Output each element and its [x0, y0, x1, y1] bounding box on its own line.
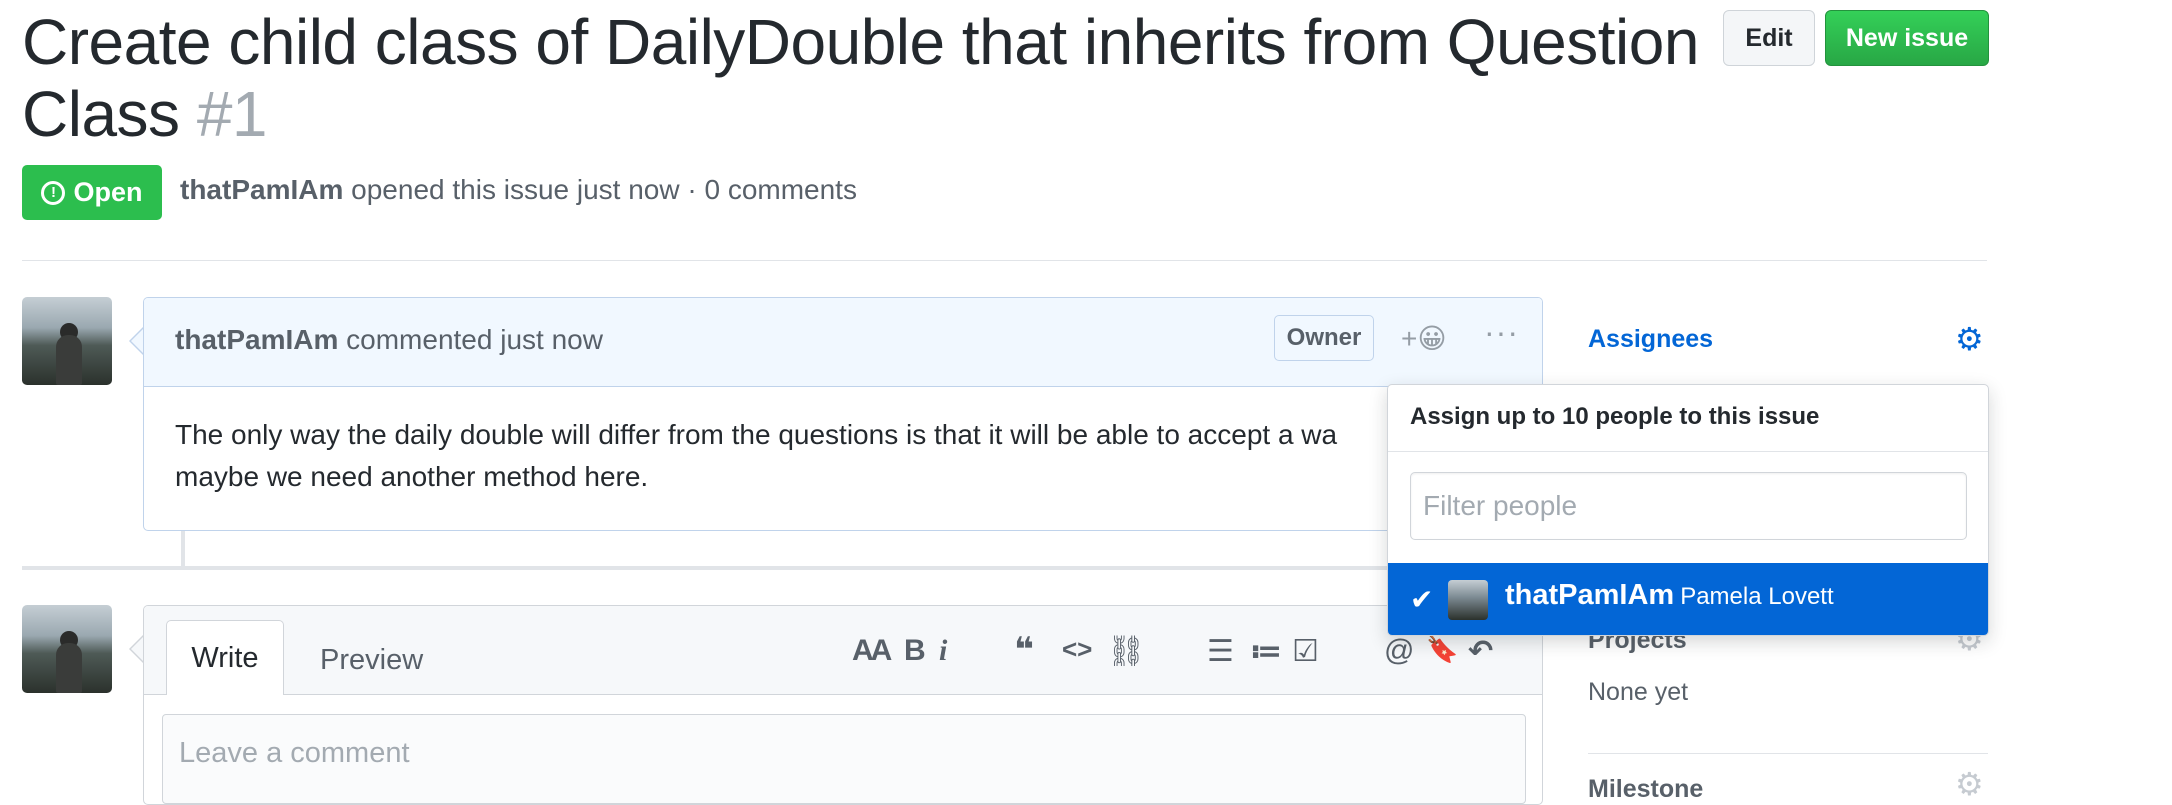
dropdown-title: Assign up to 10 people to this issue: [1410, 403, 1820, 430]
status-badge: ! Open: [22, 165, 162, 220]
issue-author-link[interactable]: thatPamIAm: [180, 174, 343, 205]
assignee-full-name: Pamela Lovett: [1680, 583, 1834, 610]
issue-meta: thatPamIAm opened this issue just now · …: [180, 174, 857, 206]
comment-body: The only way the daily double will diffe…: [175, 414, 1542, 498]
avatar[interactable]: [22, 605, 112, 693]
owner-badge: Owner: [1274, 315, 1374, 361]
unordered-list-icon[interactable]: ☰: [1207, 634, 1234, 669]
avatar[interactable]: [22, 297, 112, 385]
italic-icon[interactable]: i: [939, 634, 947, 668]
comment-action: commented just now: [346, 324, 603, 355]
comment-body-line: maybe we need another method here.: [175, 461, 649, 492]
ordered-list-icon[interactable]: ≔: [1250, 634, 1282, 669]
sidebar-divider: [1588, 753, 1988, 754]
filter-people-input[interactable]: Filter people: [1410, 472, 1967, 540]
comment-body-line: The only way the daily double will diffe…: [175, 419, 1338, 450]
quote-icon[interactable]: ❝: [1014, 630, 1034, 670]
add-reaction-icon[interactable]: +😀: [1401, 322, 1447, 355]
header-divider: [22, 260, 1987, 261]
issue-opened-icon: !: [41, 180, 66, 205]
issue-title: Create child class of DailyDouble that i…: [22, 6, 1702, 150]
header-text-icon[interactable]: AA: [852, 634, 892, 668]
assignees-dropdown: Assign up to 10 people to this issue Fil…: [1387, 384, 1989, 636]
timeline-divider: [22, 566, 1544, 570]
issue-title-text: Create child class of DailyDouble that i…: [22, 6, 1699, 150]
comment-textarea[interactable]: Leave a comment: [162, 714, 1526, 804]
avatar-figure: [56, 335, 82, 385]
assignee-option[interactable]: ✔ thatPamIAm Pamela Lovett: [1388, 563, 1988, 635]
comment-author-link[interactable]: thatPamIAm: [175, 324, 338, 355]
tab-write[interactable]: Write: [166, 620, 284, 695]
edit-button[interactable]: Edit: [1723, 10, 1815, 66]
issue-number: #1: [196, 78, 268, 150]
check-icon: ✔: [1410, 584, 1434, 615]
assignee-option-label: thatPamIAm Pamela Lovett: [1505, 579, 1834, 612]
link-icon[interactable]: ⛓: [1107, 634, 1145, 669]
new-issue-button[interactable]: New issue: [1825, 10, 1989, 66]
assignees-label[interactable]: Assignees: [1588, 325, 1713, 354]
issue-meta-text: opened this issue just now · 0 comments: [351, 174, 857, 205]
avatar-figure: [56, 643, 82, 693]
comment-header-text: thatPamIAm commented just now: [175, 324, 603, 356]
code-icon[interactable]: <>: [1062, 634, 1092, 665]
assignee-login: thatPamIAm: [1505, 579, 1675, 611]
more-options-icon[interactable]: ···: [1484, 314, 1519, 351]
comment-editor: Write Preview AA B i ❝ <> ⛓ ☰ ≔ ☑ @ 🔖 ↶ …: [143, 605, 1543, 805]
milestone-label[interactable]: Milestone: [1588, 775, 1703, 804]
milestone-gear-icon[interactable]: ⚙: [1955, 768, 1984, 800]
saved-reply-icon[interactable]: 🔖: [1426, 634, 1458, 665]
comment-box: thatPamIAm commented just now Owner +😀 ·…: [143, 297, 1543, 531]
avatar: [1448, 580, 1488, 620]
task-list-icon[interactable]: ☑: [1292, 634, 1319, 669]
projects-value: None yet: [1588, 678, 1689, 706]
status-badge-label: Open: [73, 177, 143, 207]
assignees-gear-icon[interactable]: ⚙: [1955, 323, 1984, 355]
editor-header: Write Preview AA B i ❝ <> ⛓ ☰ ≔ ☑ @ 🔖 ↶: [144, 606, 1542, 695]
mention-icon[interactable]: @: [1384, 634, 1414, 668]
dropdown-divider: [1388, 451, 1988, 452]
comment-header: thatPamIAm commented just now Owner +😀 ·…: [144, 298, 1542, 387]
timeline-line: [181, 531, 185, 566]
tab-preview[interactable]: Preview: [320, 644, 423, 677]
reply-icon[interactable]: ↶: [1468, 634, 1493, 669]
bold-icon[interactable]: B: [904, 634, 926, 668]
